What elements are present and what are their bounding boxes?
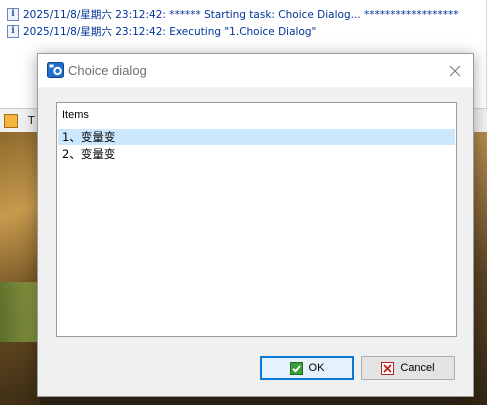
list-item-label: 2、变量变 — [62, 147, 116, 161]
choice-dialog: Choice dialog Items 1、变量变 2、变量变 OK Cance… — [37, 53, 474, 397]
cancel-button-label: Cancel — [400, 362, 435, 374]
log-line: i 2025/11/8/星期六 23:12:42: Executing "1.C… — [7, 23, 316, 39]
checkmark-icon — [289, 361, 303, 375]
x-icon — [381, 361, 395, 375]
list-item[interactable]: 2、变量变 — [58, 146, 455, 162]
dialog-titlebar[interactable]: Choice dialog — [38, 54, 473, 87]
list-item[interactable]: 1、变量变 — [58, 129, 455, 145]
ok-button[interactable]: OK — [260, 356, 354, 380]
list-header: Items — [62, 109, 89, 121]
ok-button-label: OK — [308, 362, 325, 374]
items-list[interactable]: Items 1、变量变 2、变量变 — [56, 102, 457, 337]
close-button[interactable] — [437, 54, 473, 87]
log-line-text: 2025/11/8/星期六 23:12:42: Executing "1.Cho… — [23, 25, 317, 38]
log-line: i 2025/11/8/星期六 23:12:42: ****** Startin… — [7, 6, 458, 22]
close-icon — [449, 65, 461, 76]
log-line-text: 2025/11/8/星期六 23:12:42: ****** Starting … — [23, 8, 459, 21]
status-text: T — [28, 114, 35, 127]
cancel-button[interactable]: Cancel — [361, 356, 455, 380]
list-item-label: 1、变量变 — [62, 130, 116, 144]
dialog-title: Choice dialog — [68, 63, 147, 78]
app-icon — [47, 62, 64, 78]
info-icon: i — [7, 7, 19, 21]
status-square-icon[interactable] — [4, 114, 18, 128]
info-icon: i — [7, 24, 19, 38]
